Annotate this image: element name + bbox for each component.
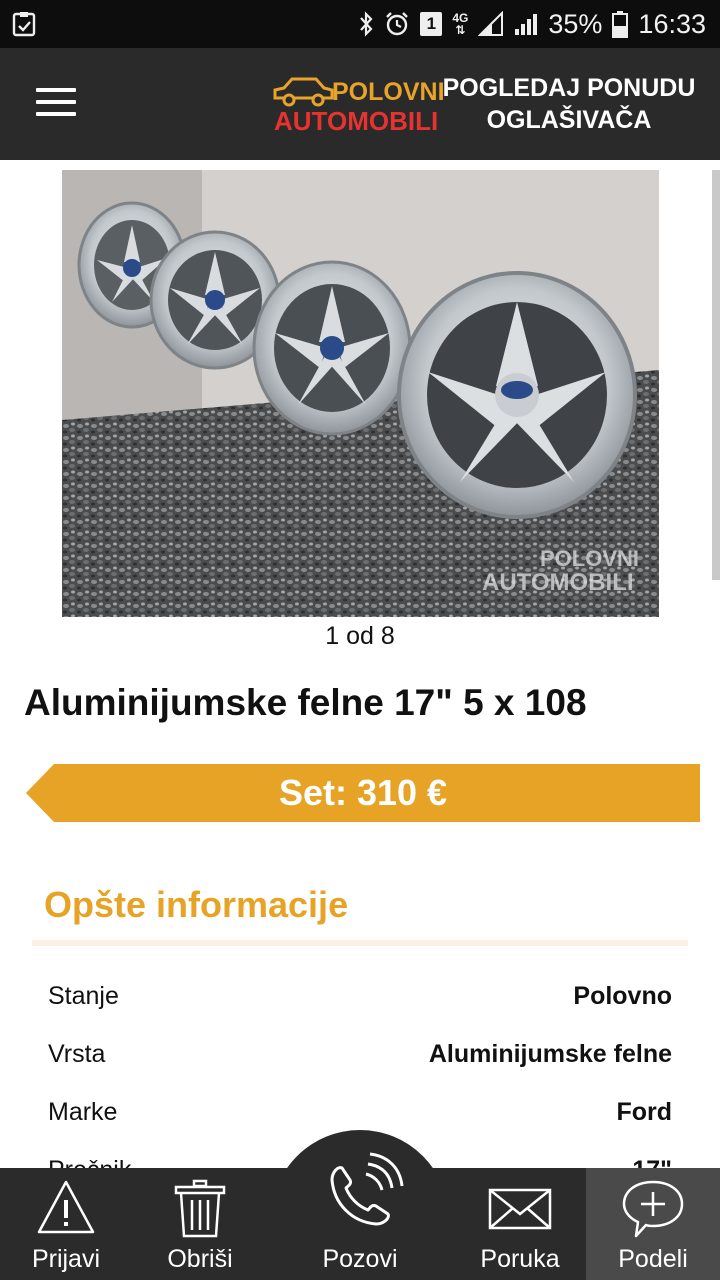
envelope-icon: [488, 1188, 552, 1230]
trash-icon: [174, 1179, 226, 1238]
cta-line-2: OGLAŠIVAČA: [486, 106, 652, 134]
battery-icon: [612, 11, 629, 38]
car-logo-icon: [273, 77, 334, 107]
section-divider: [32, 940, 688, 946]
info-row: Stanje Polovno: [48, 976, 672, 1034]
photo-watermark-top: POLOVNI: [540, 546, 639, 571]
message-label: Poruka: [480, 1245, 560, 1273]
listing-photo[interactable]: POLOVNI AUTOMOBILI: [62, 170, 659, 617]
signal-icon: [478, 11, 504, 36]
warning-icon: [37, 1180, 95, 1234]
price-label: Set: 310 €: [278, 772, 448, 813]
scrollbar[interactable]: [712, 170, 720, 580]
signal-bars-icon: [515, 14, 538, 35]
call-label: Pozovi: [322, 1245, 398, 1273]
wheels-photo-illustration: POLOVNI AUTOMOBILI: [62, 170, 659, 617]
cta-line-1: POGLEDAJ PONUDU: [442, 74, 696, 102]
bluetooth-icon: [360, 11, 373, 37]
photo-watermark-bottom: AUTOMOBILI: [482, 569, 634, 596]
info-key: Vrsta: [48, 1040, 106, 1068]
logo-text-top: POLOVNI: [332, 78, 445, 106]
delete-label: Obriši: [167, 1245, 233, 1273]
info-value: Polovno: [573, 982, 672, 1010]
price-ribbon: Set: 310 €: [26, 764, 700, 822]
share-button[interactable]: Podeli: [586, 1168, 720, 1280]
section-title-general-info: Opšte informacije: [44, 884, 349, 925]
network-type: 4G ⇅: [452, 11, 469, 37]
delete-button[interactable]: Obriši: [138, 1168, 262, 1280]
phone-call-icon: [330, 1152, 404, 1226]
view-advertiser-offers-button[interactable]: POGLEDAJ PONUDU OGLAŠIVAČA: [432, 72, 706, 136]
share-chat-icon: [622, 1180, 684, 1238]
info-key: Marke: [48, 1098, 118, 1126]
polovni-automobili-logo[interactable]: POLOVNI AUTOMOBILI: [272, 74, 445, 136]
task-checklist-icon: [12, 12, 36, 37]
sim-slot-badge: 1: [420, 12, 443, 36]
app-header: POLOVNI AUTOMOBILI POGLEDAJ PONUDU OGLAŠ…: [0, 48, 720, 160]
report-button[interactable]: Prijavi: [0, 1168, 132, 1280]
photo-counter: 1 od 8: [325, 622, 395, 650]
info-key: Stanje: [48, 982, 119, 1010]
message-button[interactable]: Poruka: [458, 1168, 582, 1280]
listing-title: Aluminijumske felne 17" 5 x 108: [24, 682, 587, 723]
status-bar: 1 4G ⇅ 35% 16:33: [0, 0, 720, 48]
call-button[interactable]: Pozovi: [280, 1152, 440, 1280]
clock: 16:33: [638, 8, 706, 39]
info-value: Aluminijumske felne: [428, 1040, 672, 1068]
bottom-action-bar: Prijavi Obriši Pozovi Poruka Podeli: [0, 1152, 720, 1280]
info-row: Vrsta Aluminijumske felne: [48, 1034, 672, 1092]
logo-text-bottom: AUTOMOBILI: [274, 106, 439, 136]
alarm-icon: [386, 12, 409, 36]
menu-icon[interactable]: [36, 88, 76, 118]
share-label: Podeli: [618, 1245, 688, 1273]
info-value: Ford: [616, 1098, 672, 1126]
report-label: Prijavi: [31, 1245, 101, 1273]
battery-percent: 35%: [548, 8, 603, 39]
